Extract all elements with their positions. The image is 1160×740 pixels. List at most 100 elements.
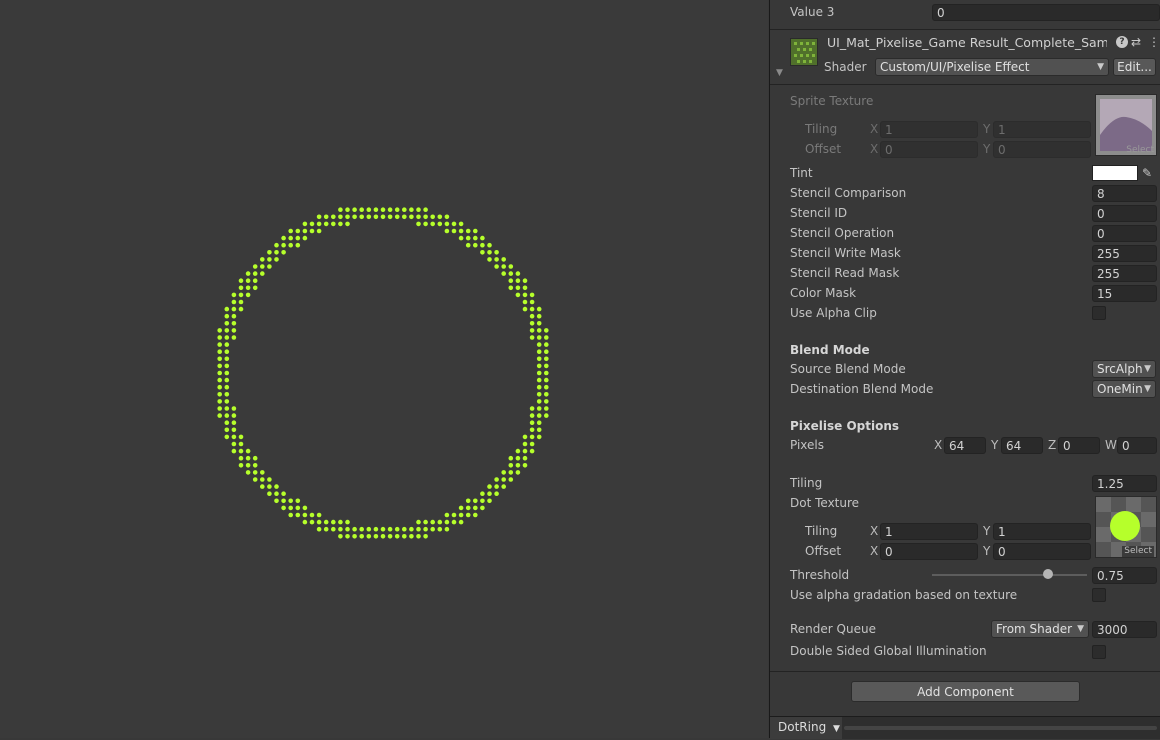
shader-dropdown[interactable]: Custom/UI/Pixelise Effect ▼ bbox=[875, 58, 1109, 76]
ring-dot bbox=[430, 519, 436, 525]
ring-dot bbox=[529, 413, 535, 418]
render-queue-label: Render Queue bbox=[790, 622, 876, 636]
chevron-down-icon: ▼ bbox=[1144, 364, 1151, 374]
tint-color-field[interactable] bbox=[1092, 165, 1138, 181]
property-value-field[interactable]: 8 bbox=[1092, 185, 1157, 202]
ring-dot bbox=[359, 534, 365, 539]
render-queue-field[interactable]: 3000 bbox=[1092, 621, 1157, 638]
ring-dot bbox=[536, 392, 542, 397]
pixels-x-field[interactable]: 64 bbox=[944, 437, 986, 454]
property-value-field[interactable]: 15 bbox=[1092, 285, 1157, 302]
footer-scrollbar[interactable] bbox=[844, 726, 1157, 730]
shader-edit-button[interactable]: Edit... bbox=[1113, 58, 1156, 76]
threshold-slider-thumb[interactable] bbox=[1043, 569, 1054, 579]
value3-field[interactable]: 0 bbox=[932, 4, 1160, 21]
ring-dot bbox=[423, 221, 428, 227]
property-value-field[interactable]: 255 bbox=[1092, 245, 1157, 262]
ring-dot bbox=[366, 534, 372, 539]
ring-dot bbox=[480, 491, 485, 497]
property-label: Color Mask bbox=[790, 286, 857, 300]
source-blend-dropdown[interactable]: SrcAlph ▼ bbox=[1092, 360, 1156, 378]
ring-dot bbox=[352, 526, 357, 532]
ring-dot bbox=[217, 342, 222, 347]
property-label: Stencil Comparison bbox=[790, 186, 907, 200]
ring-dot bbox=[423, 207, 428, 212]
ring-dot bbox=[416, 221, 421, 227]
dot-offset-x-field[interactable]: 0 bbox=[880, 543, 978, 560]
ring-dot bbox=[224, 356, 230, 362]
ring-dot bbox=[536, 342, 542, 347]
dest-blend-dropdown[interactable]: OneMin ▼ bbox=[1092, 380, 1156, 398]
property-value-field[interactable]: 0 bbox=[1092, 205, 1157, 222]
ring-dot bbox=[487, 242, 492, 248]
ring-dot bbox=[217, 363, 222, 369]
pixels-z-axis: Z bbox=[1048, 438, 1057, 452]
ring-dot bbox=[238, 306, 244, 312]
ring-dot bbox=[522, 434, 528, 440]
ring-dot bbox=[316, 214, 322, 220]
dot-tiling-y-field[interactable]: 1 bbox=[993, 523, 1091, 540]
ring-dot bbox=[245, 470, 251, 475]
ring-dot bbox=[238, 448, 244, 454]
ring-dot bbox=[295, 235, 301, 241]
use-alpha-clip-toggle[interactable] bbox=[1092, 306, 1106, 320]
ring-dot bbox=[501, 484, 507, 489]
ring-dot bbox=[281, 498, 286, 504]
add-component-button[interactable]: Add Component bbox=[851, 681, 1080, 702]
ring-dot bbox=[444, 526, 450, 532]
help-icon[interactable]: ? bbox=[1116, 36, 1128, 48]
ring-dot bbox=[224, 335, 230, 340]
foldout-arrow-icon[interactable]: ▼ bbox=[776, 66, 783, 80]
ring-dot bbox=[224, 399, 230, 404]
pixels-z-field[interactable]: 0 bbox=[1058, 437, 1100, 454]
dot-tiling-x-field[interactable]: 1 bbox=[880, 523, 978, 540]
ring-dot bbox=[529, 299, 535, 305]
dot-texture-slot[interactable]: Select bbox=[1095, 496, 1157, 558]
sprite-tiling-x-field: 1 bbox=[880, 121, 978, 138]
ring-dot bbox=[529, 420, 535, 426]
ring-dot bbox=[288, 498, 294, 504]
ring-dot bbox=[536, 370, 542, 376]
ring-dot bbox=[536, 413, 542, 418]
ring-dot bbox=[480, 235, 485, 241]
ring-dot bbox=[274, 484, 279, 489]
ring-dot bbox=[252, 264, 258, 269]
tiling-field[interactable]: 1.25 bbox=[1092, 475, 1157, 492]
property-value-field[interactable]: 0 bbox=[1092, 225, 1157, 242]
ring-dot bbox=[323, 221, 329, 227]
ring-dot bbox=[323, 526, 329, 532]
render-queue-dropdown[interactable]: From Shader ▼ bbox=[991, 620, 1089, 638]
ring-dot bbox=[515, 470, 521, 475]
scene-view[interactable] bbox=[0, 0, 768, 738]
ring-dot bbox=[224, 377, 230, 383]
ring-dot bbox=[536, 406, 542, 411]
ring-dot bbox=[352, 214, 357, 220]
ring-dot bbox=[245, 292, 251, 298]
ring-dot bbox=[231, 335, 237, 340]
ring-dot bbox=[267, 250, 272, 255]
dotring-dropdown[interactable]: DotRing ▼ bbox=[770, 717, 842, 739]
kebab-menu-icon[interactable]: ⋮ bbox=[1148, 35, 1160, 49]
ring-dot bbox=[465, 505, 471, 511]
ring-dot bbox=[309, 228, 315, 234]
ring-dot bbox=[316, 228, 322, 234]
eyedropper-icon[interactable]: ✎ bbox=[1142, 166, 1152, 180]
sprite-offset-y-field: 0 bbox=[993, 141, 1091, 158]
double-sided-gi-toggle[interactable] bbox=[1092, 645, 1106, 659]
preset-icon[interactable]: ⇄ bbox=[1131, 35, 1141, 49]
dot-offset-y-field[interactable]: 0 bbox=[993, 543, 1091, 560]
ring-dot bbox=[522, 306, 528, 312]
pixels-y-field[interactable]: 64 bbox=[1001, 437, 1043, 454]
threshold-slider-track[interactable] bbox=[932, 574, 1087, 576]
ring-dot bbox=[323, 214, 329, 220]
ring-dot bbox=[437, 214, 443, 220]
alpha-gradation-toggle[interactable] bbox=[1092, 588, 1106, 602]
threshold-field[interactable]: 0.75 bbox=[1092, 567, 1157, 584]
ring-dot bbox=[394, 214, 400, 220]
ring-dot bbox=[444, 228, 450, 234]
pixels-w-field[interactable]: 0 bbox=[1117, 437, 1157, 454]
ring-dot bbox=[402, 534, 407, 539]
property-value-field[interactable]: 255 bbox=[1092, 265, 1157, 282]
ring-dot bbox=[416, 526, 421, 532]
value3-label: Value 3 bbox=[790, 5, 835, 19]
